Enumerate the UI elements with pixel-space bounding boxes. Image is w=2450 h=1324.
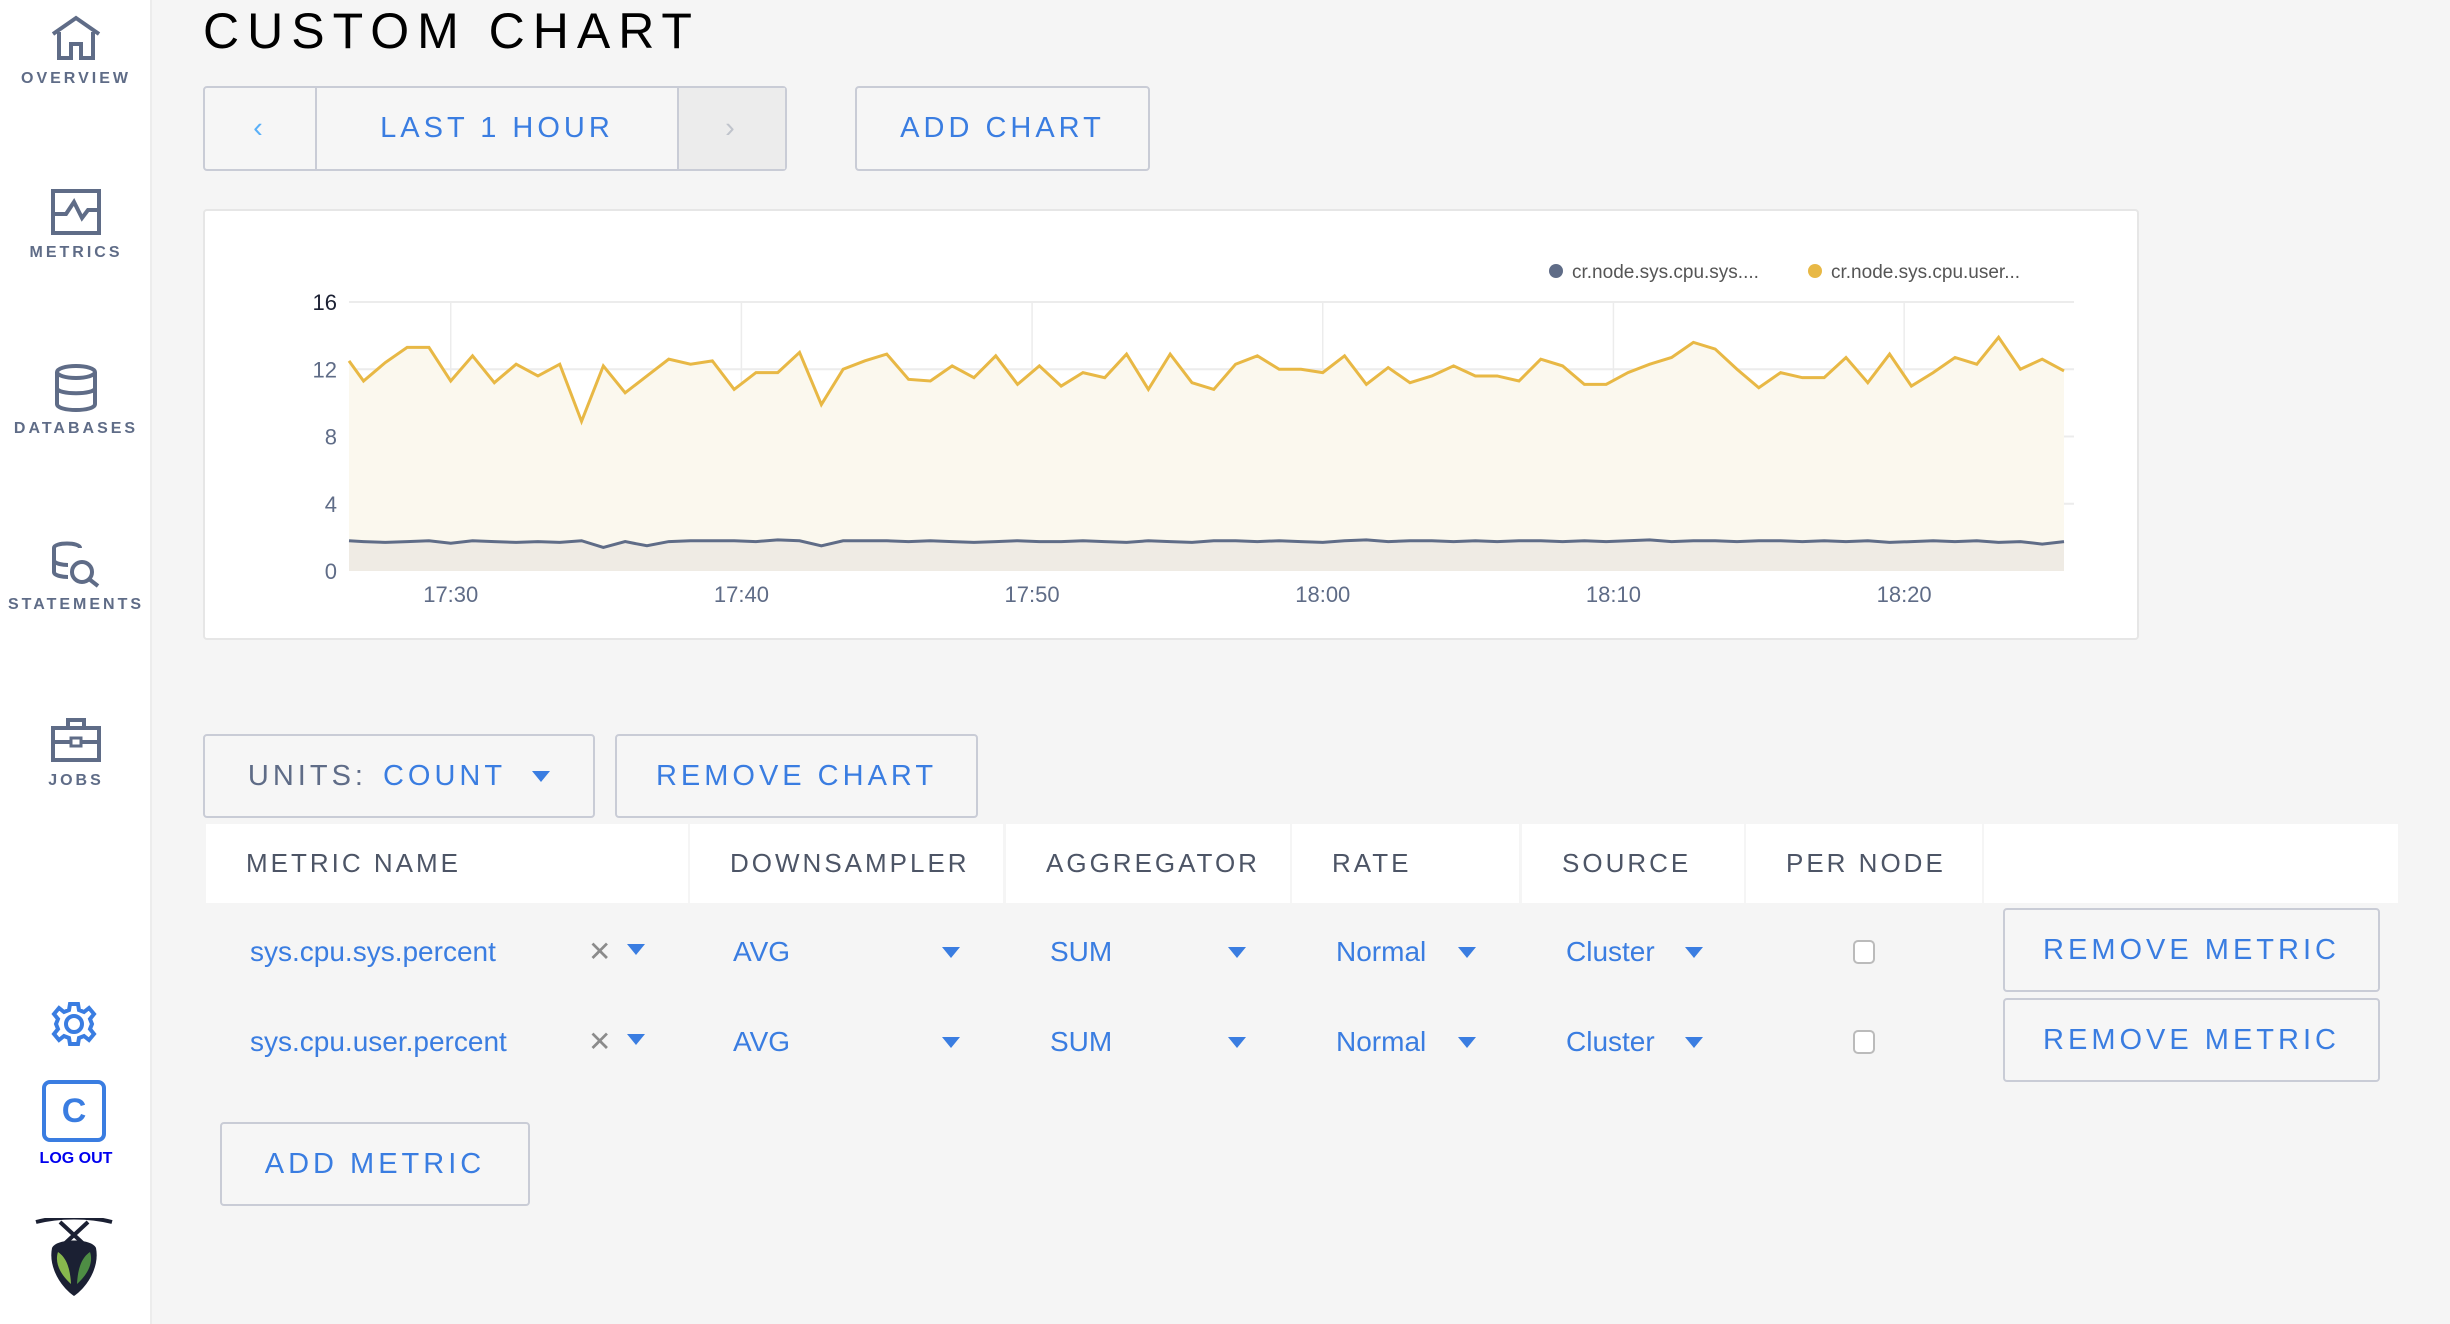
x-tick-label: 18:00 [1295, 582, 1350, 607]
chevron-down-icon[interactable] [627, 1034, 645, 1045]
metric-name-select[interactable]: sys.cpu.sys.percent [250, 927, 496, 977]
column-header: DOWNSAMPLER [690, 824, 1003, 903]
clear-icon[interactable]: ✕ [588, 1025, 611, 1058]
x-tick-label: 18:10 [1586, 582, 1641, 607]
next-range-button[interactable]: › [677, 88, 785, 169]
rate-select[interactable]: Normal [1336, 1017, 1426, 1067]
statements-icon [52, 541, 100, 588]
chevron-down-icon[interactable] [1685, 947, 1703, 958]
add-metric-button[interactable]: ADD METRIC [220, 1122, 530, 1206]
legend-label: cr.node.sys.cpu.user... [1831, 262, 2020, 283]
chevron-down-icon[interactable] [1228, 1037, 1246, 1048]
column-header: SOURCE [1522, 824, 1744, 903]
sidebar-item-metrics[interactable]: METRICS [0, 188, 152, 262]
column-header: METRIC NAME [206, 824, 688, 903]
legend-label: cr.node.sys.cpu.sys.... [1572, 262, 1759, 283]
database-icon [55, 364, 97, 412]
cockroach-logo [34, 1215, 114, 1303]
aggregator-select[interactable]: SUM [1050, 1017, 1112, 1067]
metrics-icon [51, 189, 101, 235]
x-tick-label: 17:30 [423, 582, 478, 607]
chevron-down-icon[interactable] [1228, 947, 1246, 958]
aggregator-select[interactable]: SUM [1050, 927, 1112, 977]
y-tick-label: 16 [313, 290, 337, 315]
remove-metric-button[interactable]: REMOVE METRIC [2003, 908, 2380, 992]
source-select[interactable]: Cluster [1566, 927, 1655, 977]
sidebar-item-databases[interactable]: DATABASES [0, 364, 152, 438]
rate-select[interactable]: Normal [1336, 927, 1426, 977]
sidebar-item-label: STATEMENTS [7, 596, 145, 613]
column-header: PER NODE [1746, 824, 1982, 903]
chevron-down-icon[interactable] [1458, 947, 1476, 958]
chevron-down-icon[interactable] [942, 947, 960, 958]
chevron-down-icon[interactable] [1685, 1037, 1703, 1048]
home-icon [51, 15, 101, 60]
clear-icon[interactable]: ✕ [588, 935, 611, 968]
logout-link[interactable]: LOG OUT [0, 1150, 152, 1168]
column-header: RATE [1292, 824, 1519, 903]
chevron-down-icon[interactable] [1458, 1037, 1476, 1048]
sidebar: OVERVIEW METRICS DATABASES STATEMENTS JO… [0, 0, 152, 1324]
add-chart-button[interactable]: ADD CHART [855, 86, 1150, 171]
series-area [349, 337, 2064, 571]
chevron-down-icon [532, 770, 551, 782]
chevron-down-icon[interactable] [942, 1037, 960, 1048]
sidebar-item-label: JOBS [48, 772, 104, 789]
sidebar-item-overview[interactable]: OVERVIEW [0, 14, 152, 88]
units-label: UNITS: [247, 759, 367, 792]
line-chart: 0 4 8 12 16 17:30 17:40 17:50 18:00 18:10 18:20 cr.… [313, 262, 2074, 607]
gear-icon [51, 1002, 97, 1046]
sidebar-item-jobs[interactable]: JOBS [0, 716, 152, 790]
sidebar-item-label: OVERVIEW [21, 70, 131, 87]
per-node-checkbox[interactable] [1853, 1030, 1875, 1054]
legend-swatch [1808, 264, 1822, 278]
downsampler-select[interactable]: AVG [733, 1017, 790, 1067]
metric-name-select[interactable]: sys.cpu.user.percent [250, 1017, 507, 1067]
user-avatar[interactable]: C [42, 1080, 106, 1142]
chevron-down-icon[interactable] [627, 944, 645, 955]
column-header: AGGREGATOR [1006, 824, 1290, 903]
column-header [1984, 824, 2398, 903]
time-range-button[interactable]: LAST 1 HOUR [317, 88, 677, 169]
per-node-checkbox[interactable] [1853, 940, 1875, 964]
sidebar-item-label: METRICS [29, 244, 123, 261]
y-tick-label: 12 [313, 357, 337, 382]
time-range-selector: ‹ LAST 1 HOUR › [203, 86, 787, 171]
x-tick-label: 17:50 [1005, 582, 1060, 607]
units-dropdown[interactable]: UNITS: COUNT [203, 734, 595, 818]
source-select[interactable]: Cluster [1566, 1017, 1655, 1067]
units-value: COUNT [382, 759, 507, 792]
y-tick-label: 4 [325, 492, 337, 517]
x-tick-label: 17:40 [714, 582, 769, 607]
x-tick-label: 18:20 [1877, 582, 1932, 607]
remove-metric-button[interactable]: REMOVE METRIC [2003, 998, 2380, 1082]
downsampler-select[interactable]: AVG [733, 927, 790, 977]
sidebar-item-label: DATABASES [13, 420, 139, 437]
previous-range-button[interactable]: ‹ [205, 88, 317, 169]
legend-swatch [1549, 264, 1563, 278]
sidebar-item-statements[interactable]: STATEMENTS [0, 540, 152, 614]
y-tick-label: 8 [325, 425, 337, 450]
y-tick-label: 0 [325, 559, 337, 584]
settings-button[interactable] [50, 1000, 98, 1053]
page-title: CUSTOM CHART [203, 3, 700, 59]
remove-chart-button[interactable]: REMOVE CHART [615, 734, 978, 818]
chart-card: 0 4 8 12 16 17:30 17:40 17:50 18:00 18:10 18:20 cr.… [203, 209, 2139, 640]
briefcase-icon [51, 718, 101, 762]
